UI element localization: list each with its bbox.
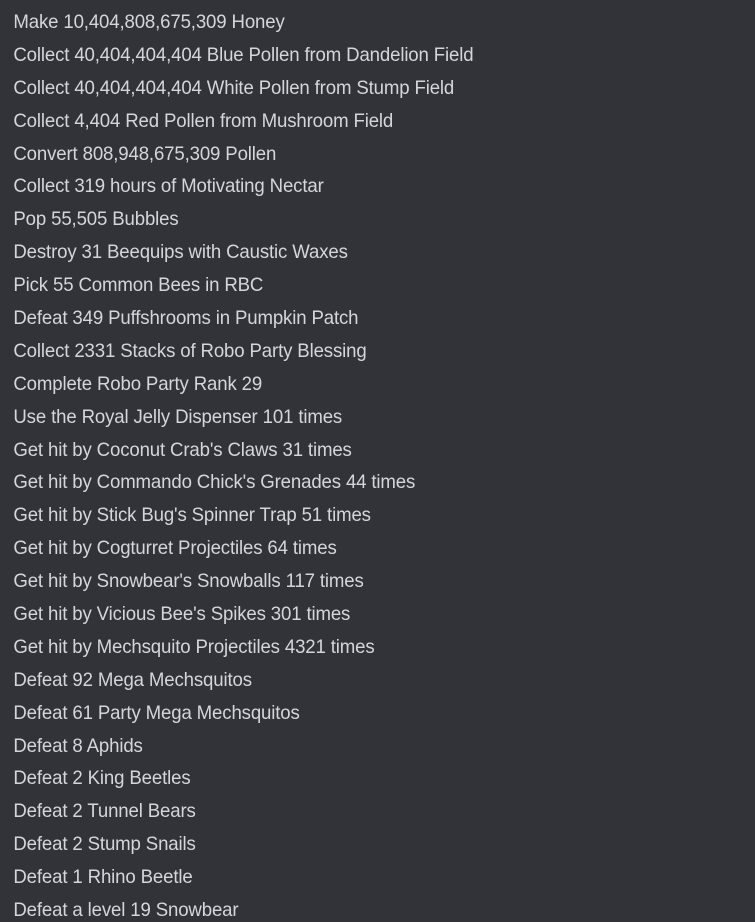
quest-item: Defeat 8 Aphids <box>13 734 143 757</box>
quest-item: Get hit by Commando Chick's Grenades 44 … <box>13 471 416 494</box>
quest-item: Defeat a level 19 Snowbear <box>13 899 239 922</box>
quest-item: Get hit by Coconut Crab's Claws 31 times <box>13 438 352 461</box>
quest-item: Get hit by Stick Bug's Spinner Trap 51 t… <box>13 504 371 527</box>
quest-item: Collect 2331 Stacks of Robo Party Blessi… <box>13 339 367 362</box>
quest-item: Destroy 31 Beequips with Caustic Waxes <box>13 241 348 264</box>
quest-item: Defeat 61 Party Mega Mechsquitos <box>13 701 300 724</box>
quest-item: Get hit by Vicious Bee's Spikes 301 time… <box>13 603 351 626</box>
quest-item: Collect 40,404,404,404 Blue Pollen from … <box>13 43 474 66</box>
quest-item: Defeat 92 Mega Mechsquitos <box>13 668 252 691</box>
quest-objective-list: Make 10,404,808,675,309 Honey Collect 40,… <box>0 6 755 922</box>
quest-item: Defeat 2 Stump Snails <box>13 833 196 856</box>
quest-item: Get hit by Mechsquito Projectiles 4321 t… <box>13 635 375 658</box>
quest-item: Defeat 1 Rhino Beetle <box>13 866 193 889</box>
quest-item: Get hit by Snowbear's Snowballs 117 time… <box>13 570 364 593</box>
quest-objective-panel: Make 10,404,808,675,309 Honey Collect 40,… <box>0 0 755 922</box>
quest-item: Get hit by Cogturret Projectiles 64 time… <box>13 537 337 560</box>
quest-item: Complete Robo Party Rank 29 <box>13 372 263 395</box>
quest-item: Defeat 2 King Beetles <box>13 767 191 790</box>
quest-item: Make 10,404,808,675,309 Honey <box>13 11 285 33</box>
quest-item: Collect 319 hours of Motivating Nectar <box>13 175 324 198</box>
quest-item: Collect 4,404 Red Pollen from Mushroom F… <box>13 109 394 132</box>
quest-item: Defeat 349 Puffshrooms in Pumpkin Patch <box>13 307 359 330</box>
quest-item: Use the Royal Jelly Dispenser 101 times <box>13 405 343 428</box>
quest-item: Pick 55 Common Bees in RBC <box>13 274 264 297</box>
quest-item: Pop 55,505 Bubbles <box>13 208 179 231</box>
quest-item: Collect 40,404,404,404 White Pollen from… <box>13 76 455 99</box>
quest-item: Convert 808,948,675,309 Pollen <box>13 142 277 165</box>
quest-item: Defeat 2 Tunnel Bears <box>13 800 196 823</box>
